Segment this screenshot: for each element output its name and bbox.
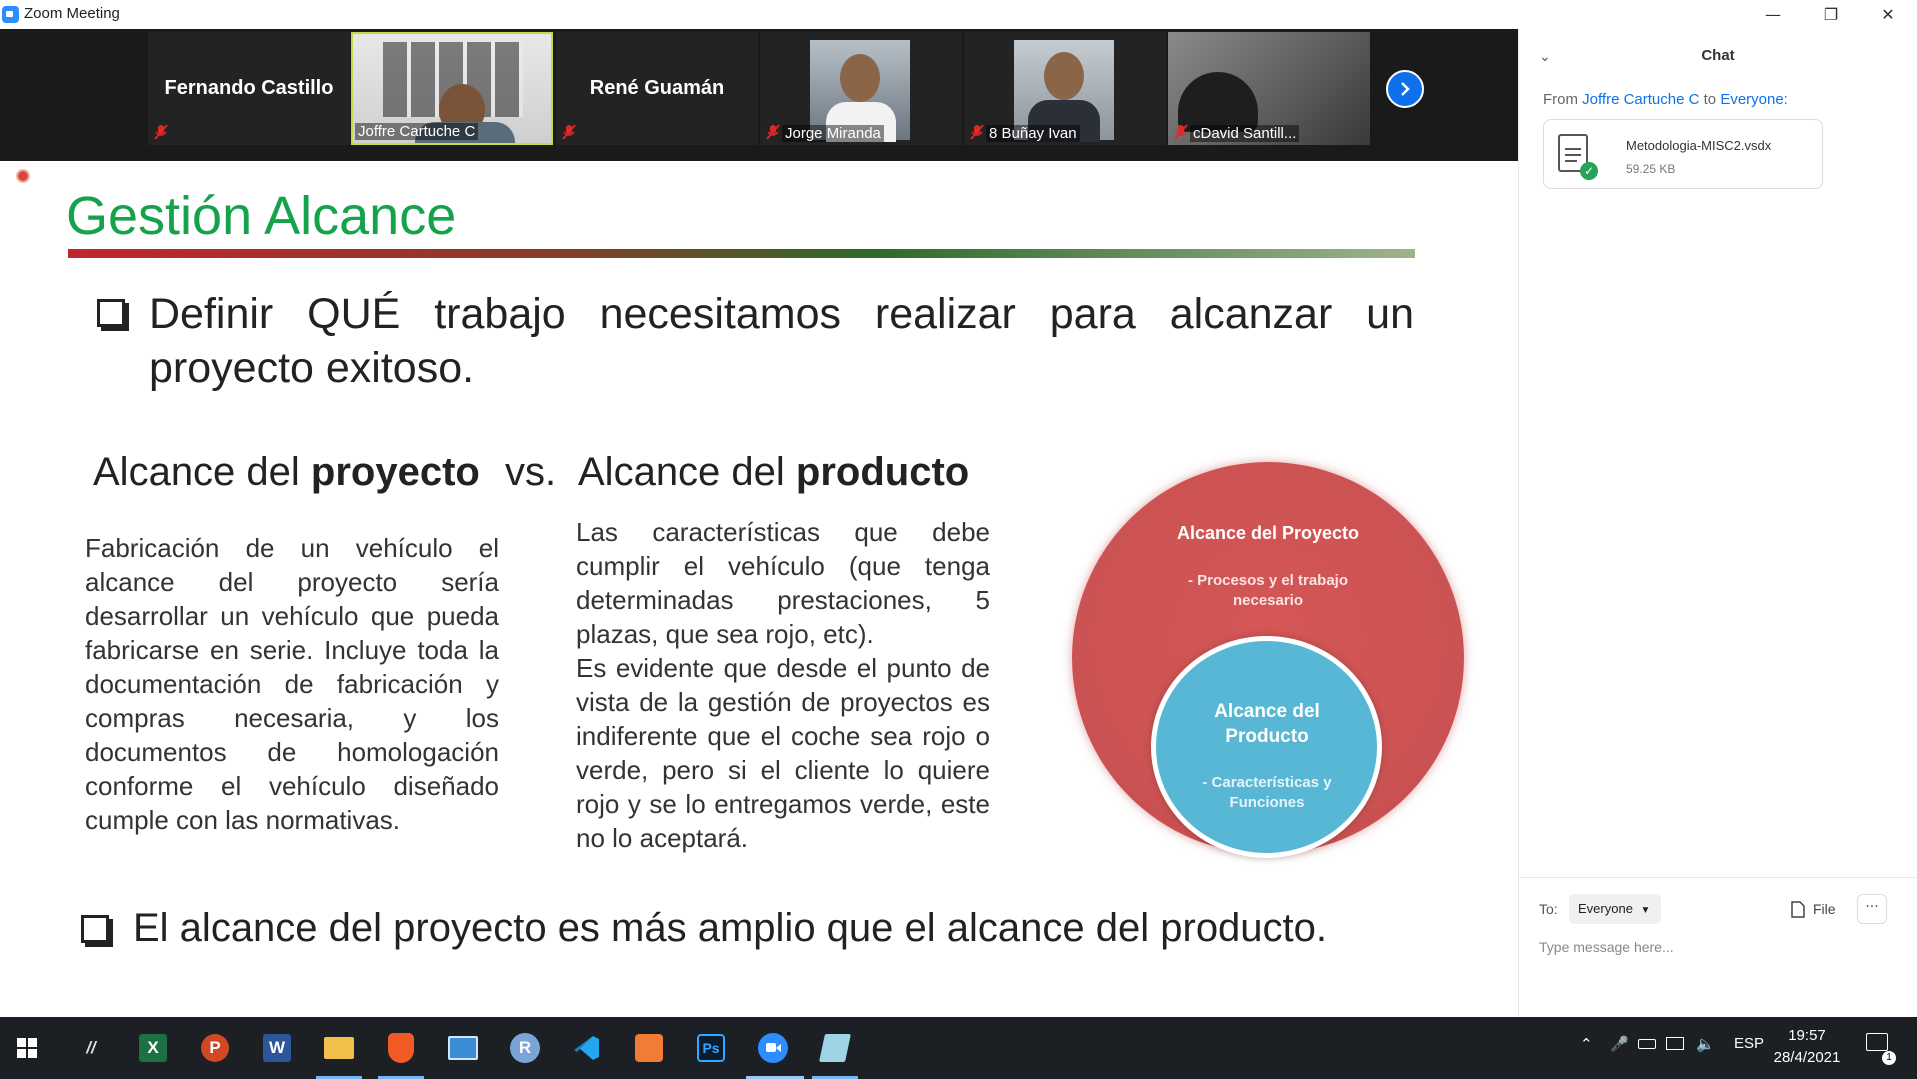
bullet-conclusion: El alcance del proyecto es más amplio qu…: [133, 906, 1328, 950]
chat-message-input[interactable]: [1539, 933, 1899, 961]
participant-name: Joffre Cartuche C: [355, 123, 479, 140]
mic-muted-icon: [970, 124, 984, 140]
diagram-outer-subtitle: - Procesos y el trabajo necesario: [1187, 572, 1349, 609]
chat-divider: [1519, 877, 1917, 878]
word-icon[interactable]: W: [258, 1029, 296, 1067]
system-clock[interactable]: 19:57 28/4/2021: [1768, 1025, 1846, 1069]
mic-muted-icon: [562, 124, 576, 140]
participant-tile-active-speaker[interactable]: Joffre Cartuche C: [351, 32, 553, 145]
shared-slide: Gestión Alcance Definir QUÉ trabajo nece…: [0, 161, 1518, 1017]
notification-center-icon[interactable]: [1866, 1033, 1888, 1051]
chat-panel: ⌄ Chat From Joffre Cartuche C to Everyon…: [1518, 29, 1917, 1017]
app-icon[interactable]: //: [72, 1029, 110, 1067]
heading-alcance-producto: Alcance del producto: [578, 450, 970, 494]
microphone-icon[interactable]: 🎤: [1610, 1035, 1629, 1053]
app-icon[interactable]: [816, 1029, 854, 1067]
chat-title: Chat: [1701, 47, 1735, 64]
start-icon[interactable]: [8, 1029, 46, 1067]
powerpoint-icon[interactable]: P: [196, 1029, 234, 1067]
bullet-checkbox-icon: [81, 915, 109, 943]
minimize-icon[interactable]: —: [1744, 0, 1802, 29]
participant-tile[interactable]: Fernando Castillo: [148, 32, 350, 145]
clock-time: 19:57: [1788, 1027, 1826, 1044]
file-button[interactable]: File: [1791, 896, 1836, 922]
file-name: Metodologia-MISC2.vsdx: [1626, 138, 1772, 153]
bullet-checkbox-icon: [97, 299, 125, 327]
participant-face: [1044, 52, 1084, 100]
network-icon[interactable]: [1666, 1037, 1684, 1050]
diagram-inner-title: Alcance del Producto: [1214, 701, 1320, 747]
battery-icon[interactable]: [1638, 1039, 1656, 1049]
slide-title: Gestión Alcance: [66, 186, 457, 246]
recipient-link[interactable]: Everyone:: [1720, 91, 1788, 108]
app-icon[interactable]: [444, 1029, 482, 1067]
recipient-dropdown[interactable]: Everyone ▼: [1569, 894, 1661, 924]
brave-icon[interactable]: [382, 1029, 420, 1067]
mic-muted-icon: [154, 124, 168, 140]
chat-message-header: From Joffre Cartuche C to Everyone:: [1543, 91, 1788, 108]
vscode-icon[interactable]: [568, 1029, 606, 1067]
participant-name: René Guamán: [589, 77, 725, 99]
chevron-down-icon: ▼: [1640, 905, 1651, 916]
paragraph-producto-2: Es evidente que desde el punto de vista …: [576, 653, 990, 853]
participant-tile[interactable]: cDavid Santill...: [1168, 32, 1370, 145]
mic-muted-icon: [1174, 124, 1188, 140]
participant-tile[interactable]: René Guamán: [556, 32, 758, 145]
diagram-outer-title: Alcance del Proyecto: [1176, 523, 1360, 543]
paragraph-producto: Las características que debe cumplir el …: [576, 515, 990, 855]
heading-alcance-proyecto: Alcance del proyecto: [93, 450, 480, 494]
photoshop-icon[interactable]: Ps: [692, 1029, 730, 1067]
more-options-button[interactable]: ···: [1857, 894, 1887, 924]
participant-tile[interactable]: Jorge Miranda: [760, 32, 962, 145]
next-page-button[interactable]: [1386, 70, 1424, 108]
zoom-icon[interactable]: [754, 1029, 792, 1067]
app-icon[interactable]: [630, 1029, 668, 1067]
zoom-app-icon: [2, 6, 19, 23]
r-icon[interactable]: R: [506, 1029, 544, 1067]
title-divider: [68, 249, 1415, 258]
from-prefix: From: [1543, 91, 1578, 108]
heading-vs: vs.: [505, 450, 557, 494]
paragraph-producto-1: Las características que debe cumplir el …: [576, 517, 990, 649]
file-icon: [1791, 900, 1805, 918]
check-icon: ✓: [1580, 162, 1598, 180]
participant-name: cDavid Santill...: [1190, 125, 1300, 142]
window-title-bar: Zoom Meeting — ❐ ✕: [0, 0, 1895, 29]
file-explorer-icon[interactable]: [320, 1029, 358, 1067]
participant-face: [840, 54, 880, 102]
close-icon[interactable]: ✕: [1859, 0, 1917, 29]
mic-muted-icon: [766, 124, 780, 140]
bullet-definir: Definir QUÉ trabajo necesitamos realizar…: [149, 290, 1414, 392]
window-title: Zoom Meeting: [24, 5, 120, 22]
shared-file-card[interactable]: ✓ Metodologia-MISC2.vsdx 59.25 KB: [1543, 119, 1823, 189]
clock-date: 28/4/2021: [1773, 1049, 1841, 1066]
participant-gallery: Fernando Castillo Joffre Cartuche C René…: [0, 29, 1518, 161]
participant-tile[interactable]: 8 Buñay Ivan: [964, 32, 1166, 145]
to-label: To:: [1539, 901, 1558, 917]
notification-count-badge: 1: [1882, 1051, 1896, 1065]
diagram-inner-subtitle: - Características y Funciones: [1202, 774, 1332, 811]
participant-name: 8 Buñay Ivan: [986, 125, 1080, 142]
to-word: to: [1703, 91, 1717, 108]
file-button-label: File: [1813, 901, 1836, 917]
participant-name: Jorge Miranda: [782, 125, 884, 142]
restore-icon[interactable]: ❐: [1802, 0, 1860, 29]
recording-indicator-icon: [16, 169, 30, 183]
chevron-right-icon: [1401, 82, 1410, 96]
sender-link[interactable]: Joffre Cartuche C: [1582, 91, 1699, 108]
windows-taskbar: // X P W R Ps ⌃ 🎤 🔈 ESP 19:57 28/4/2021 …: [0, 1017, 1917, 1079]
file-size: 59.25 KB: [1626, 162, 1676, 176]
participant-name: Fernando Castillo: [164, 77, 334, 99]
volume-icon[interactable]: 🔈: [1696, 1035, 1715, 1053]
recipient-value: Everyone: [1578, 901, 1633, 916]
chevron-up-icon[interactable]: ⌃: [1580, 1035, 1593, 1053]
language-indicator[interactable]: ESP: [1734, 1035, 1764, 1052]
excel-icon[interactable]: X: [134, 1029, 172, 1067]
paragraph-proyecto: Fabricación de un vehículo el alcance de…: [85, 533, 499, 835]
